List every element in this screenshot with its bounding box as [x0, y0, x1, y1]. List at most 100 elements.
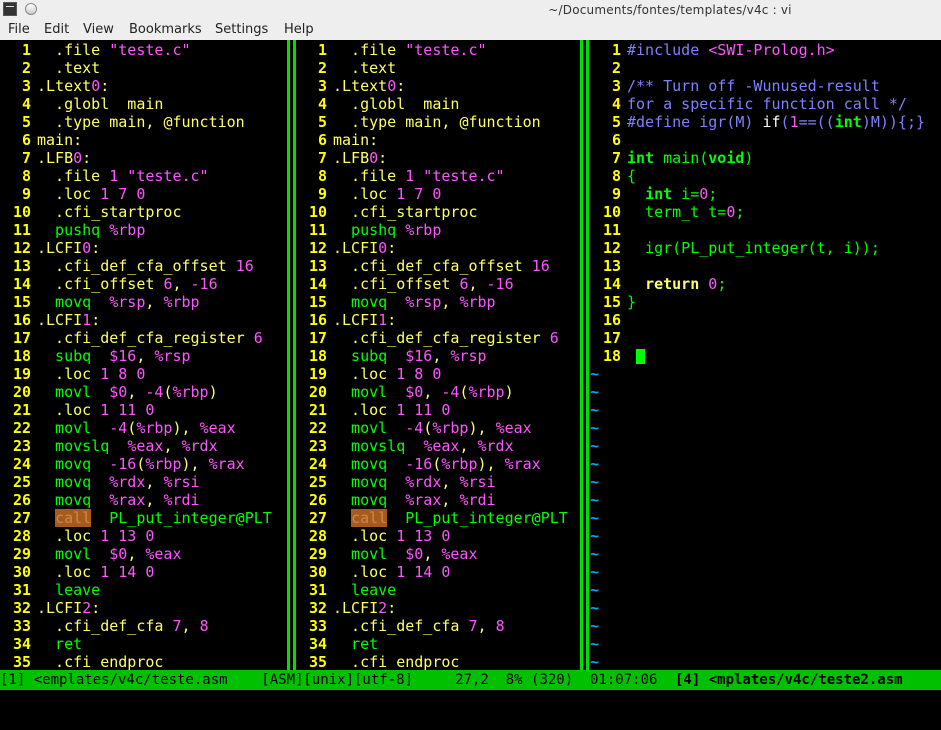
code-line[interactable]: 28 .loc 1 13 0 [296, 527, 580, 545]
code-line[interactable]: 22 movl -4(%rbp), %eax [296, 419, 580, 437]
code-line[interactable]: 8 .file 1 "teste.c" [0, 167, 287, 185]
code-line[interactable]: 18 [590, 347, 941, 365]
vim-editor[interactable]: 1 .file "teste.c" 2 .text 3 .Ltext0: 4 .glob… [0, 40, 941, 670]
code-line[interactable]: 2 [590, 59, 941, 77]
code-line[interactable]: 13 .cfi_def_cfa_offset 16 [0, 257, 287, 275]
code-line[interactable]: 35 .cfi_endproc [296, 653, 580, 670]
code-line[interactable]: 4 for a specific function call */ [590, 95, 941, 113]
code-line[interactable]: 13 [590, 257, 941, 275]
code-line[interactable]: 21 .loc 1 11 0 [296, 401, 580, 419]
code-line[interactable]: 5 #define igr(M) if(1==((int)M)){;} [590, 113, 941, 131]
code-line[interactable]: 5 .type main, @function [0, 113, 287, 131]
code-line[interactable]: 13 .cfi_def_cfa_offset 16 [296, 257, 580, 275]
menu-settings[interactable]: Settings [215, 22, 268, 37]
code-line[interactable]: 33 .cfi_def_cfa 7, 8 [0, 617, 287, 635]
code-line[interactable]: 12 igr(PL_put_integer(t, i)); [590, 239, 941, 257]
code-line[interactable]: 3 .Ltext0: [0, 77, 287, 95]
code-line[interactable]: 27 call PL_put_integer@PLT [0, 509, 287, 527]
code-line[interactable]: 4 .globl main [296, 95, 580, 113]
code-line[interactable]: 9 .loc 1 7 0 [296, 185, 580, 203]
code-line[interactable]: 17 [590, 329, 941, 347]
code-line[interactable]: 30 .loc 1 14 0 [0, 563, 287, 581]
code-line[interactable]: 4 .globl main [0, 95, 287, 113]
code-line[interactable]: 16 .LCFI1: [296, 311, 580, 329]
code-line[interactable]: 2 .text [0, 59, 287, 77]
code-line[interactable]: 6 main: [0, 131, 287, 149]
code-line[interactable]: 19 .loc 1 8 0 [296, 365, 580, 383]
code-line[interactable]: 16 [590, 311, 941, 329]
code-line[interactable]: 10 .cfi_startproc [0, 203, 287, 221]
menu-bookmarks[interactable]: Bookmarks [129, 22, 202, 37]
code-line[interactable]: 7 int main(void) [590, 149, 941, 167]
menu-file[interactable]: File [8, 22, 30, 37]
code-line[interactable]: 18 subq $16, %rsp [0, 347, 287, 365]
window-menu-button[interactable] [25, 3, 37, 15]
code-line[interactable]: 20 movl $0, -4(%rbp) [0, 383, 287, 401]
editor-pane-c-source[interactable]: 1 #include <SWI-Prolog.h> 2 3 /** Turn off -… [590, 40, 941, 670]
vertical-split-divider[interactable] [580, 40, 589, 670]
code-line[interactable]: 19 .loc 1 8 0 [0, 365, 287, 383]
code-line[interactable]: 15} [590, 293, 941, 311]
code-line[interactable]: 23 movslq %eax, %rdx [296, 437, 580, 455]
code-line[interactable]: 32 .LCFI2: [0, 599, 287, 617]
code-line[interactable]: 33 .cfi_def_cfa 7, 8 [296, 617, 580, 635]
code-line[interactable]: 25 movq %rdx, %rsi [296, 473, 580, 491]
code-line[interactable]: 11 [590, 221, 941, 239]
code-line[interactable]: 30 .loc 1 14 0 [296, 563, 580, 581]
code-line[interactable]: 1 .file "teste.c" [0, 41, 287, 59]
code-line[interactable]: 10 .cfi_startproc [296, 203, 580, 221]
code-line[interactable]: 31 leave [0, 581, 287, 599]
code-line[interactable]: 3 .Ltext0: [296, 77, 580, 95]
vertical-split-divider[interactable] [287, 40, 296, 670]
code-line[interactable]: 24 movq -16(%rbp), %rax [296, 455, 580, 473]
code-line[interactable]: 23 movslq %eax, %rdx [0, 437, 287, 455]
code-line[interactable]: 10 term_t t=0; [590, 203, 941, 221]
code-line[interactable]: 16 .LCFI1: [0, 311, 287, 329]
code-line[interactable]: 18 subq $16, %rsp [296, 347, 580, 365]
code-line[interactable]: 25 movq %rdx, %rsi [0, 473, 287, 491]
code-line[interactable]: 11 pushq %rbp [296, 221, 580, 239]
menu-view[interactable]: View [83, 22, 114, 37]
code-line[interactable]: 28 .loc 1 13 0 [0, 527, 287, 545]
code-line[interactable]: 27 call PL_put_integer@PLT [296, 509, 580, 527]
code-line[interactable]: 17 .cfi_def_cfa_register 6 [0, 329, 287, 347]
code-line[interactable]: 20 movl $0, -4(%rbp) [296, 383, 580, 401]
code-line[interactable]: 3 /** Turn off -Wunused-result [590, 77, 941, 95]
menu-edit[interactable]: Edit [44, 22, 69, 37]
code-line[interactable]: 2 .text [296, 59, 580, 77]
code-line[interactable]: 26 movq %rax, %rdi [0, 491, 287, 509]
code-line[interactable]: 21 .loc 1 11 0 [0, 401, 287, 419]
code-line[interactable]: 11 pushq %rbp [0, 221, 287, 239]
code-line[interactable]: 7 .LFB0: [0, 149, 287, 167]
code-line[interactable]: 29 movl $0, %eax [0, 545, 287, 563]
editor-pane-asm-left[interactable]: 1 .file "teste.c" 2 .text 3 .Ltext0: 4 .glob… [0, 40, 287, 670]
code-line[interactable]: 8 .file 1 "teste.c" [296, 167, 580, 185]
code-line[interactable]: 12 .LCFI0: [0, 239, 287, 257]
editor-pane-asm-right[interactable]: 1 .file "teste.c" 2 .text 3 .Ltext0: 4 .glob… [296, 40, 580, 670]
code-line[interactable]: 1 .file "teste.c" [296, 41, 580, 59]
code-line[interactable]: 12 .LCFI0: [296, 239, 580, 257]
code-line[interactable]: 9 .loc 1 7 0 [0, 185, 287, 203]
code-line[interactable]: 15 movq %rsp, %rbp [296, 293, 580, 311]
code-line[interactable]: 32 .LCFI2: [296, 599, 580, 617]
code-line[interactable]: 9 int i=0; [590, 185, 941, 203]
code-line[interactable]: 6 [590, 131, 941, 149]
code-line[interactable]: 29 movl $0, %eax [296, 545, 580, 563]
code-line[interactable]: 35 .cfi_endproc [0, 653, 287, 670]
code-line[interactable]: 26 movq %rax, %rdi [296, 491, 580, 509]
menu-help[interactable]: Help [284, 22, 314, 37]
command-line[interactable] [0, 690, 941, 695]
code-line[interactable]: 8{ [590, 167, 941, 185]
code-line[interactable]: 34 ret [0, 635, 287, 653]
code-line[interactable]: 24 movq -16(%rbp), %rax [0, 455, 287, 473]
code-line[interactable]: 31 leave [296, 581, 580, 599]
code-line[interactable]: 6 main: [296, 131, 580, 149]
code-line[interactable]: 5 .type main, @function [296, 113, 580, 131]
code-line[interactable]: 22 movl -4(%rbp), %eax [0, 419, 287, 437]
code-line[interactable]: 1 #include <SWI-Prolog.h> [590, 41, 941, 59]
terminal-icon[interactable] [3, 2, 17, 16]
code-line[interactable]: 7 .LFB0: [296, 149, 580, 167]
code-line[interactable]: 14 .cfi_offset 6, -16 [296, 275, 580, 293]
code-line[interactable]: 34 ret [296, 635, 580, 653]
code-line[interactable]: 15 movq %rsp, %rbp [0, 293, 287, 311]
